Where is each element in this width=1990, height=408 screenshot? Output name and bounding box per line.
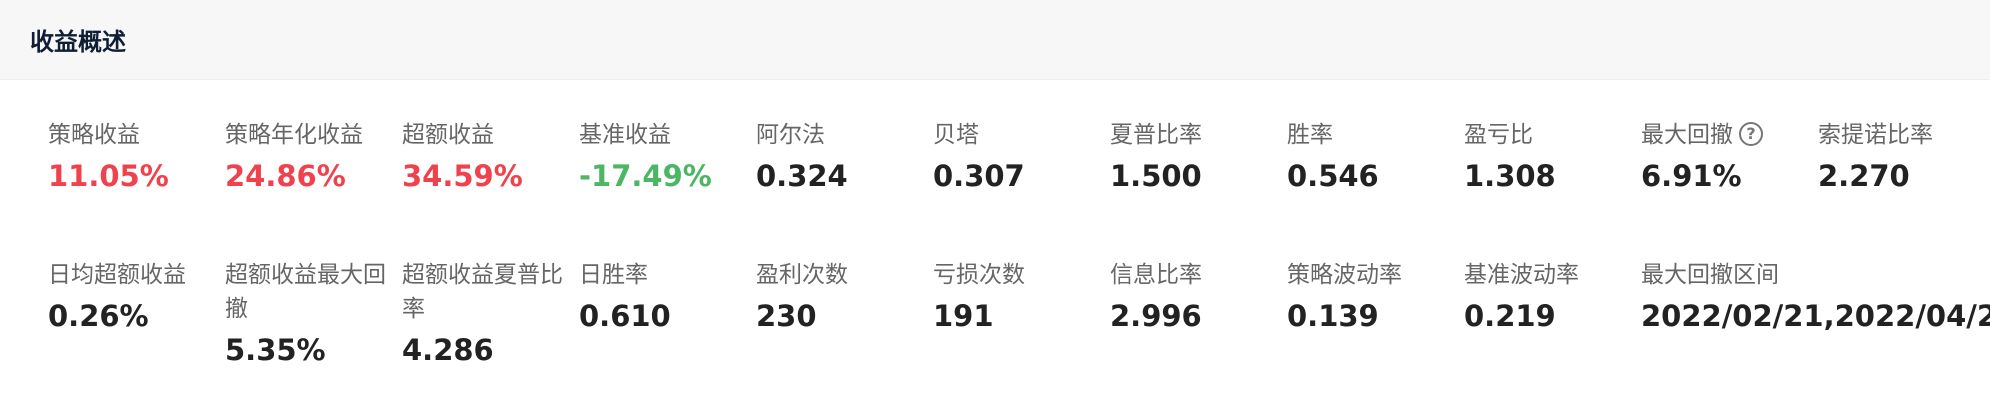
metric-label: 策略波动率 [1287, 262, 1402, 288]
metric-max-drawdown-period: 最大回撤区间 2022/02/21,2022/04/26 [1641, 258, 1990, 334]
metric-label: 贝塔 [933, 122, 979, 148]
metric-label: 超额收益最大回撤 [225, 262, 386, 322]
metric-label: 胜率 [1287, 122, 1333, 148]
metric-value: 230 [756, 299, 817, 333]
section-title: 收益概述 [30, 28, 126, 56]
metric-profit-count: 盈利次数 230 [756, 258, 928, 334]
metric-value: 1.308 [1464, 159, 1556, 193]
metric-excess-sharpe-ratio: 超额收益夏普比率 4.286 [402, 258, 574, 368]
metric-value: 191 [933, 299, 994, 333]
metric-label: 盈利次数 [756, 262, 848, 288]
metric-value: 0.324 [756, 159, 848, 193]
metric-profit-loss-ratio: 盈亏比 1.308 [1464, 118, 1636, 194]
metric-value: 0.610 [579, 299, 671, 333]
metric-win-rate: 胜率 0.546 [1287, 118, 1459, 194]
metric-label: 策略收益 [48, 122, 140, 148]
question-circle-icon[interactable]: ? [1739, 121, 1763, 146]
metric-sortino-ratio: 索提诺比率 2.270 [1818, 118, 1990, 194]
metric-value: 24.86% [225, 159, 346, 193]
metric-benchmark-volatility: 基准波动率 0.219 [1464, 258, 1636, 334]
metric-label: 信息比率 [1110, 262, 1202, 288]
metric-label-row: 最大回撤? [1641, 118, 1813, 152]
metric-label: 基准收益 [579, 122, 671, 148]
metric-label: 最大回撤区间 [1641, 262, 1779, 288]
metric-strategy-return: 策略收益 11.05% [48, 118, 220, 194]
metric-value: 0.26% [48, 299, 149, 333]
metric-label: 盈亏比 [1464, 122, 1533, 148]
metric-alpha: 阿尔法 0.324 [756, 118, 928, 194]
metric-value: 0.139 [1287, 299, 1379, 333]
metric-label: 日均超额收益 [48, 262, 186, 288]
metric-daily-win-rate: 日胜率 0.610 [579, 258, 751, 334]
metric-value: 34.59% [402, 159, 523, 193]
metric-label: 策略年化收益 [225, 122, 363, 148]
metric-label: 超额收益夏普比率 [402, 262, 563, 322]
metric-value: -17.49% [579, 159, 712, 193]
metric-value: 5.35% [225, 333, 326, 367]
metric-value: 2.996 [1110, 299, 1202, 333]
metric-value: 11.05% [48, 159, 169, 193]
metric-benchmark-return: 基准收益 -17.49% [579, 118, 751, 194]
metric-information-ratio: 信息比率 2.996 [1110, 258, 1282, 334]
metric-loss-count: 亏损次数 191 [933, 258, 1105, 334]
metric-annualized-return: 策略年化收益 24.86% [225, 118, 397, 194]
metric-label: 最大回撤 [1641, 122, 1733, 148]
metric-strategy-volatility: 策略波动率 0.139 [1287, 258, 1459, 334]
metric-excess-return: 超额收益 34.59% [402, 118, 574, 194]
metric-value: 0.546 [1287, 159, 1379, 193]
metrics-grid: 策略收益 11.05% 策略年化收益 24.86% 超额收益 34.59% 基准… [0, 80, 1990, 408]
metric-value: 1.500 [1110, 159, 1202, 193]
metric-value: 0.219 [1464, 299, 1556, 333]
metric-value: 2022/02/21,2022/04/26 [1641, 299, 1990, 333]
metric-value: 0.307 [933, 159, 1025, 193]
section-header: 收益概述 [0, 0, 1990, 80]
metric-label: 日胜率 [579, 262, 648, 288]
metric-label: 超额收益 [402, 122, 494, 148]
metric-max-drawdown: 最大回撤? 6.91% [1641, 118, 1813, 194]
metric-excess-max-drawdown: 超额收益最大回撤 5.35% [225, 258, 397, 368]
metric-label: 夏普比率 [1110, 122, 1202, 148]
metric-value: 2.270 [1818, 159, 1910, 193]
metric-daily-excess-return: 日均超额收益 0.26% [48, 258, 220, 334]
metric-sharpe-ratio: 夏普比率 1.500 [1110, 118, 1282, 194]
metric-value: 6.91% [1641, 159, 1742, 193]
metric-value: 4.286 [402, 333, 494, 367]
metric-beta: 贝塔 0.307 [933, 118, 1105, 194]
metric-label: 基准波动率 [1464, 262, 1579, 288]
metric-label: 索提诺比率 [1818, 122, 1933, 148]
metric-label: 亏损次数 [933, 262, 1025, 288]
metric-label: 阿尔法 [756, 122, 825, 148]
